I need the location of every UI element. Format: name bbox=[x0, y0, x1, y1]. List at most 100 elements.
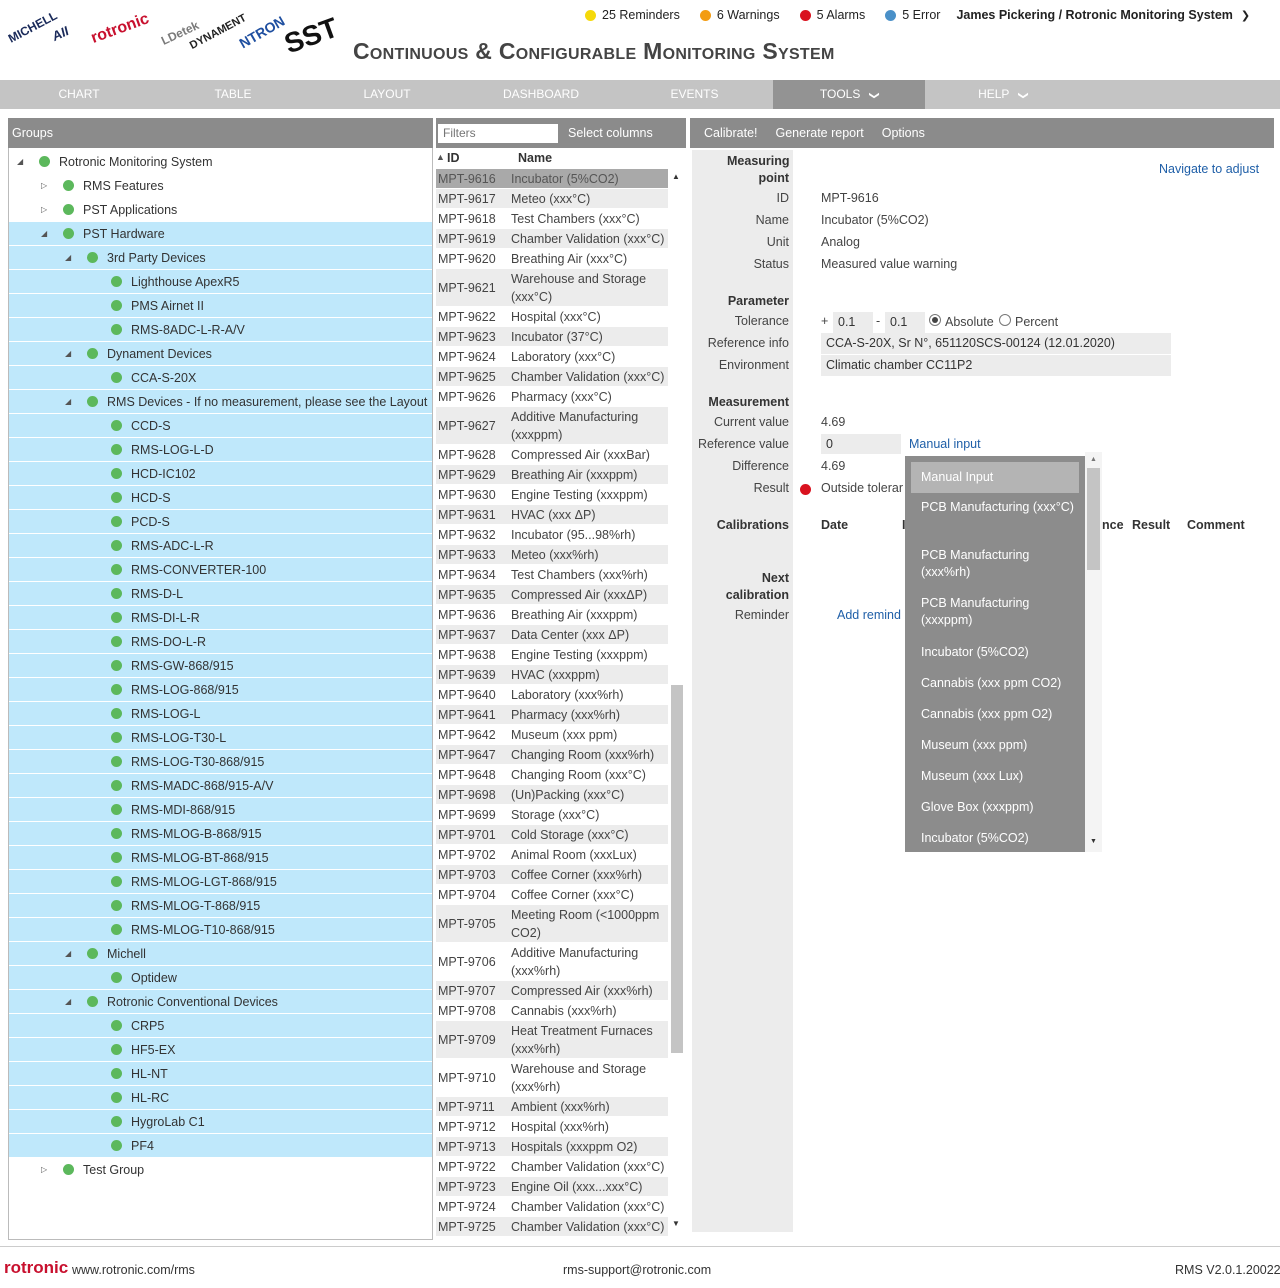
dropdown-option[interactable]: Manual Input bbox=[911, 462, 1079, 493]
mp-row[interactable]: MPT-9627 Additive Manufacturing (xxxppm) bbox=[436, 407, 668, 444]
tree-item[interactable]: RMS-GW-868/915 bbox=[9, 654, 432, 677]
tree-item[interactable]: RMS-MADC-868/915-A/V bbox=[9, 774, 432, 797]
mp-row[interactable]: MPT-9702 Animal Room (xxxLux) bbox=[436, 845, 668, 864]
absolute-radio[interactable] bbox=[929, 314, 941, 326]
tree-item[interactable]: ◢ Rotronic Monitoring System bbox=[9, 150, 432, 173]
tree-item[interactable]: RMS-MLOG-BT-868/915 bbox=[9, 846, 432, 869]
tree-item[interactable]: HF5-EX bbox=[9, 1038, 432, 1061]
mp-row[interactable]: MPT-9635 Compressed Air (xxxΔP) bbox=[436, 585, 668, 604]
calibrate-button[interactable]: Calibrate! bbox=[704, 126, 758, 140]
tree-item[interactable]: RMS-LOG-L bbox=[9, 702, 432, 725]
mp-row[interactable]: MPT-9625 Chamber Validation (xxx°C) bbox=[436, 367, 668, 386]
tree-expanded-icon[interactable]: ◢ bbox=[65, 253, 71, 262]
mp-row[interactable]: MPT-9619 Chamber Validation (xxx°C) bbox=[436, 229, 668, 248]
mp-row[interactable]: MPT-9618 Test Chambers (xxx°C) bbox=[436, 209, 668, 228]
generate-report-button[interactable]: Generate report bbox=[776, 126, 864, 140]
tree-item[interactable]: ◢ 3rd Party Devices bbox=[9, 246, 432, 269]
tree-expanded-icon[interactable]: ◢ bbox=[17, 157, 23, 166]
tree-item[interactable]: Lighthouse ApexR5 bbox=[9, 270, 432, 293]
mp-row[interactable]: MPT-9620 Breathing Air (xxx°C) bbox=[436, 249, 668, 268]
tree-item[interactable]: RMS-DI-L-R bbox=[9, 606, 432, 629]
mp-row[interactable]: MPT-9699 Storage (xxx°C) bbox=[436, 805, 668, 824]
dropdown-scrollbar[interactable]: ▲ ▼ bbox=[1085, 452, 1102, 852]
mplist-scrollbar[interactable]: ▲ ▼ bbox=[669, 169, 685, 1237]
mp-row[interactable]: MPT-9630 Engine Testing (xxxppm) bbox=[436, 485, 668, 504]
reference-value-input[interactable]: 0 bbox=[821, 434, 901, 454]
percent-radio[interactable] bbox=[999, 314, 1011, 326]
dropdown-option[interactable]: Glove Box (xxxppm) bbox=[911, 792, 1079, 823]
tree-item[interactable]: RMS-D-L bbox=[9, 582, 432, 605]
mp-row[interactable]: MPT-9710 Warehouse and Storage (xxx%rh) bbox=[436, 1059, 668, 1096]
footer-url[interactable]: www.rotronic.com/rms bbox=[72, 1263, 195, 1277]
mp-row[interactable]: MPT-9623 Incubator (37°C) bbox=[436, 327, 668, 346]
mp-row[interactable]: MPT-9701 Cold Storage (xxx°C) bbox=[436, 825, 668, 844]
footer-email[interactable]: rms-support@rotronic.com bbox=[563, 1263, 711, 1277]
tree-item[interactable]: CCA-S-20X bbox=[9, 366, 432, 389]
tree-item[interactable]: RMS-LOG-T30-868/915 bbox=[9, 750, 432, 773]
tree-item[interactable]: RMS-ADC-L-R bbox=[9, 534, 432, 557]
refinfo-field[interactable]: CCA-S-20X, Sr N°, 651120SCS-00124 (12.01… bbox=[821, 333, 1171, 354]
mp-row[interactable]: MPT-9638 Engine Testing (xxxppm) bbox=[436, 645, 668, 664]
tree-item[interactable]: ◢ Dynament Devices bbox=[9, 342, 432, 365]
mp-row[interactable]: MPT-9648 Changing Room (xxx°C) bbox=[436, 765, 668, 784]
tree-item[interactable]: RMS-MLOG-T10-868/915 bbox=[9, 918, 432, 941]
tree-item[interactable]: RMS-MLOG-B-868/915 bbox=[9, 822, 432, 845]
tree-expanded-icon[interactable]: ◢ bbox=[65, 397, 71, 406]
tree-item[interactable]: RMS-CONVERTER-100 bbox=[9, 558, 432, 581]
mp-row[interactable]: MPT-9639 HVAC (xxxppm) bbox=[436, 665, 668, 684]
mp-row[interactable]: MPT-9637 Data Center (xxx ΔP) bbox=[436, 625, 668, 644]
mp-row[interactable]: MPT-9624 Laboratory (xxx°C) bbox=[436, 347, 668, 366]
errors-status[interactable]: 5 Error bbox=[885, 8, 940, 22]
mp-row[interactable]: MPT-9723 Engine Oil (xxx...xxx°C) bbox=[436, 1177, 668, 1196]
tree-item[interactable]: ◢ PST Hardware bbox=[9, 222, 432, 245]
dropdown-option[interactable]: PCB Manufacturing (xxxppm) bbox=[911, 589, 1079, 637]
tree-item[interactable]: CRP5 bbox=[9, 1014, 432, 1037]
tree-item[interactable]: RMS-LOG-L-D bbox=[9, 438, 432, 461]
dropdown-option[interactable]: Incubator (5%CO2) bbox=[911, 823, 1079, 854]
mp-row[interactable]: MPT-9709 Heat Treatment Furnaces (xxx%rh) bbox=[436, 1021, 668, 1058]
nav-tools[interactable]: TOOLS ❯ bbox=[773, 80, 925, 109]
col-id-header[interactable]: ID bbox=[447, 151, 460, 165]
mp-row[interactable]: MPT-9640 Laboratory (xxx%rh) bbox=[436, 685, 668, 704]
mp-row[interactable]: MPT-9707 Compressed Air (xxx%rh) bbox=[436, 981, 668, 1000]
mp-row[interactable]: MPT-9703 Coffee Corner (xxx%rh) bbox=[436, 865, 668, 884]
tree-item[interactable]: RMS-MDI-868/915 bbox=[9, 798, 432, 821]
tree-item[interactable]: ▷ PST Applications bbox=[9, 198, 432, 221]
dropdown-option[interactable]: Cannabis (xxx ppm O2) bbox=[911, 699, 1079, 730]
scroll-thumb[interactable] bbox=[1087, 468, 1100, 570]
warnings-status[interactable]: 6 Warnings bbox=[699, 8, 780, 22]
mp-row[interactable]: MPT-9704 Coffee Corner (xxx°C) bbox=[436, 885, 668, 904]
dropdown-option[interactable]: PCB Manufacturing (xxx%rh) bbox=[911, 541, 1079, 589]
tree-item[interactable]: RMS-MLOG-T-868/915 bbox=[9, 894, 432, 917]
tree-item[interactable]: ◢ RMS Devices - If no measurement, please… bbox=[9, 390, 432, 413]
filter-input[interactable] bbox=[438, 123, 558, 143]
mp-row[interactable]: MPT-9722 Chamber Validation (xxx°C) bbox=[436, 1157, 668, 1176]
mp-row[interactable]: MPT-9712 Hospital (xxx%rh) bbox=[436, 1117, 668, 1136]
mp-row[interactable]: MPT-9706 Additive Manufacturing (xxx%rh) bbox=[436, 943, 668, 980]
mp-row[interactable]: MPT-9725 Chamber Validation (xxx°C) bbox=[436, 1217, 668, 1236]
tree-item[interactable]: HCD-IC102 bbox=[9, 462, 432, 485]
reminders-status[interactable]: 25 Reminders bbox=[585, 8, 680, 22]
tree-item[interactable]: RMS-8ADC-L-R-A/V bbox=[9, 318, 432, 341]
mp-row[interactable]: MPT-9641 Pharmacy (xxx%rh) bbox=[436, 705, 668, 724]
dropdown-option[interactable]: Incubator (5%CO2) bbox=[911, 637, 1079, 668]
tolerance-minus-input[interactable]: 0.1 bbox=[885, 312, 925, 333]
tree-item[interactable]: HL-NT bbox=[9, 1062, 432, 1085]
add-reminder-link[interactable]: Add remind bbox=[837, 608, 901, 622]
mp-row[interactable]: MPT-9724 Chamber Validation (xxx°C) bbox=[436, 1197, 668, 1216]
tree-item[interactable]: RMS-LOG-868/915 bbox=[9, 678, 432, 701]
tree-item[interactable]: RMS-DO-L-R bbox=[9, 630, 432, 653]
dropdown-option[interactable]: Cannabis (xxx ppm CO2) bbox=[911, 668, 1079, 699]
tree-collapsed-icon[interactable]: ▷ bbox=[41, 1165, 47, 1174]
mp-row[interactable]: MPT-9629 Breathing Air (xxxppm) bbox=[436, 465, 668, 484]
tree-item[interactable]: CCD-S bbox=[9, 414, 432, 437]
dropdown-option[interactable]: Museum (xxx Lux) bbox=[911, 761, 1079, 792]
tree-expanded-icon[interactable]: ◢ bbox=[65, 949, 71, 958]
alarms-status[interactable]: 5 Alarms bbox=[799, 8, 865, 22]
mp-row[interactable]: MPT-9628 Compressed Air (xxxBar) bbox=[436, 445, 668, 464]
tree-expanded-icon[interactable]: ◢ bbox=[41, 229, 47, 238]
tree-expanded-icon[interactable]: ◢ bbox=[65, 997, 71, 1006]
nav-layout[interactable]: LAYOUT bbox=[308, 80, 466, 109]
tree-item[interactable]: PCD-S bbox=[9, 510, 432, 533]
mp-row[interactable]: MPT-9626 Pharmacy (xxx°C) bbox=[436, 387, 668, 406]
